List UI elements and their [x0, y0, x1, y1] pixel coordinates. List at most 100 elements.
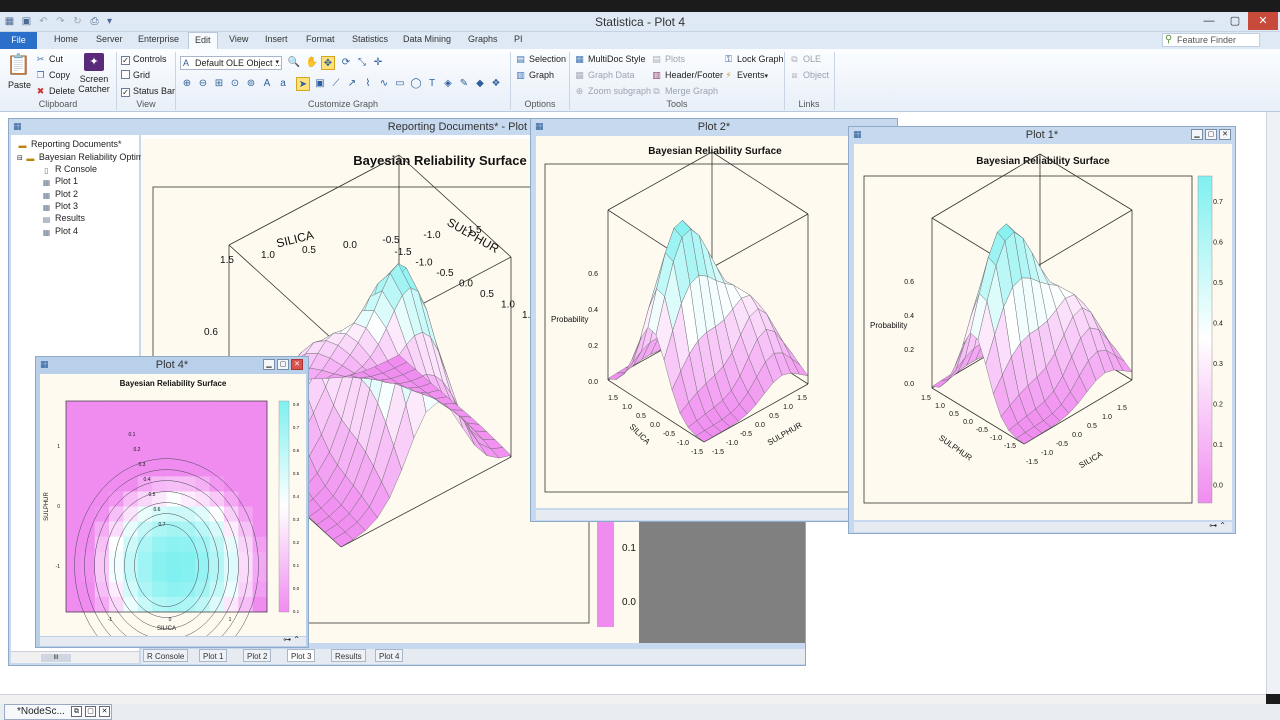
doc-tab-plot-2[interactable]: Plot 2 — [243, 649, 272, 662]
close-icon[interactable]: ✕ — [1219, 129, 1231, 140]
resize-grip-icon[interactable]: ⊶ ⌃ — [1209, 521, 1226, 530]
zoom-subgraph-button[interactable]: ⊕ Zoom subgraph — [574, 85, 651, 97]
draw-text-icon[interactable]: T — [425, 77, 439, 91]
tab-statistics[interactable]: Statistics — [352, 34, 388, 44]
select-region-icon[interactable]: ▣ — [313, 77, 327, 91]
graph-options-button[interactable]: ▥ Graph — [515, 69, 554, 81]
tree-item-plot-4[interactable]: ▦ Plot 4 — [41, 225, 78, 237]
ole-object-dropdown[interactable]: A Default OLE Object ... ▾ — [180, 56, 282, 70]
tab-insert[interactable]: Insert — [265, 34, 288, 44]
maximize-button[interactable]: ▢ — [1222, 12, 1248, 30]
tree-item-r-console[interactable]: ▯ R Console — [41, 163, 97, 175]
font-larger-icon[interactable]: A — [260, 77, 274, 91]
tab-home[interactable]: Home — [54, 34, 78, 44]
graph-data-button[interactable]: ▦ Graph Data — [574, 69, 634, 81]
close-button[interactable]: ✕ — [1248, 12, 1278, 30]
minimize-icon[interactable]: ▁ — [1191, 129, 1203, 140]
zoom-region-icon[interactable]: ⊞ — [212, 77, 226, 91]
tab-data-mining[interactable]: Data Mining — [403, 34, 451, 44]
tab-graphs[interactable]: Graphs — [468, 34, 498, 44]
group-icon[interactable]: ❖ — [489, 77, 503, 91]
doc-tab-plot-4[interactable]: Plot 4 — [375, 649, 404, 662]
tree-item-plot-1[interactable]: ▦ Plot 1 — [41, 175, 78, 187]
object-button[interactable]: ⧈ Object — [789, 69, 829, 81]
multidoc-style-button[interactable]: ▦ MultiDoc Style — [574, 53, 645, 65]
move-cross-icon[interactable]: ✛ — [371, 56, 385, 70]
draw-curve-icon[interactable]: ∿ — [377, 77, 391, 91]
maximize-icon[interactable]: ▢ — [85, 706, 96, 717]
tab-file[interactable]: File — [0, 32, 37, 49]
resize-grip-icon[interactable]: ⊶ ⌃ — [283, 635, 300, 644]
zoom-minus-icon[interactable]: ⊖ — [196, 77, 210, 91]
horizontal-scrollbar[interactable] — [0, 694, 1266, 704]
move-icon[interactable]: ✥ — [321, 56, 335, 70]
paste-button[interactable]: Paste — [8, 79, 31, 91]
copy-button[interactable]: ❐ Copy — [35, 69, 70, 81]
delete-button[interactable]: ✖ Delete — [35, 85, 75, 97]
zoom-fit-icon[interactable]: ⊙ — [228, 77, 242, 91]
zoom-plus-icon[interactable]: ⊕ — [180, 77, 194, 91]
plot4-window[interactable]: ▦ Plot 4* ▁ ▢ ✕ Bayesian Reliability Sur… — [35, 356, 309, 648]
resize-icon[interactable]: ⤡ — [355, 56, 369, 70]
draw-rect-icon[interactable]: ▭ — [393, 77, 407, 91]
close-icon[interactable]: ✕ — [291, 359, 303, 370]
screen-catcher-button[interactable]: Screen Catcher — [76, 74, 112, 94]
paste-icon[interactable]: 📋 — [6, 53, 31, 77]
ole-button[interactable]: ⧉ OLE — [789, 53, 821, 65]
doc-tab-results[interactable]: Results — [331, 649, 366, 662]
plot2-window[interactable]: ▦ Plot 2* Bayesian Reliability Surface 0… — [530, 118, 898, 522]
brush-icon[interactable]: ✎ — [457, 77, 471, 91]
zoom-in-icon[interactable]: 🔍 — [287, 56, 301, 70]
plot1-window[interactable]: ▦ Plot 1* ▁ ▢ ✕ Bayesian Reliability Sur… — [848, 126, 1236, 534]
tab-enterprise[interactable]: Enterprise — [138, 34, 179, 44]
draw-polyline-icon[interactable]: ⌇ — [361, 77, 375, 91]
draw-line-icon[interactable]: ⟋ — [329, 77, 343, 91]
header-footer-button[interactable]: ▥ Header/Footer — [651, 69, 723, 81]
doc-tab-r-console[interactable]: R Console — [143, 649, 189, 662]
rotate-icon[interactable]: ⟳ — [339, 56, 353, 70]
minimize-icon[interactable]: ▁ — [263, 359, 275, 370]
cut-button[interactable]: ✂ Cut — [35, 53, 63, 65]
grid-checkbox[interactable]: Grid — [121, 69, 150, 81]
events-button[interactable]: ⚡ Events▾ — [723, 69, 768, 83]
tree-item-results[interactable]: ▤ Results — [41, 212, 85, 224]
tab-pi[interactable]: PI — [514, 34, 523, 44]
status-bar-checkbox[interactable]: ✓ Status Bar — [121, 85, 175, 97]
screen-catcher-icon[interactable]: ✦ — [84, 53, 104, 71]
tree-item-plot-2[interactable]: ▦ Plot 2 — [41, 188, 78, 200]
plot4-canvas[interactable]: Bayesian Reliability Surface 0.1 0.2 0.3 0.… — [40, 374, 306, 636]
restore-icon[interactable]: ⧉ — [71, 706, 82, 717]
maximize-icon[interactable]: ▢ — [1205, 129, 1217, 140]
tab-format[interactable]: Format — [306, 34, 335, 44]
draw-arrow-icon[interactable]: ↗ — [345, 77, 359, 91]
draw-symbol-icon[interactable]: ◈ — [441, 77, 455, 91]
tree-hscrollbar[interactable]: III — [11, 651, 139, 663]
vertical-scrollbar[interactable] — [1266, 112, 1280, 694]
tree-root[interactable]: ▬ Reporting Documents* — [17, 138, 122, 150]
doc-tab-plot-1[interactable]: Plot 1 — [199, 649, 228, 662]
lock-graph-button[interactable]: ⚿ Lock Graph — [723, 53, 783, 65]
maximize-icon[interactable]: ▢ — [277, 359, 289, 370]
selection-button[interactable]: ▤ Selection — [515, 53, 566, 65]
shapes-icon[interactable]: ◆ — [473, 77, 487, 91]
pan-icon[interactable]: ✋ — [305, 56, 319, 70]
tab-edit[interactable]: Edit — [188, 32, 218, 49]
controls-checkbox[interactable]: ✓ Controls — [121, 53, 167, 65]
zoom-reset-icon[interactable]: ⊚ — [244, 77, 258, 91]
plot2-canvas[interactable]: Bayesian Reliability Surface 0.6 0.4 0.2 0.… — [536, 136, 894, 508]
tab-server[interactable]: Server — [96, 34, 123, 44]
doc-tab-plot-3[interactable]: Plot 3 — [287, 649, 316, 662]
scroll-thumb[interactable]: III — [41, 654, 71, 662]
close-icon[interactable]: ✕ — [99, 706, 110, 717]
feature-finder-input[interactable]: ⚲ Feature Finder — [1162, 33, 1260, 47]
font-smaller-icon[interactable]: a — [276, 77, 290, 91]
pointer-icon[interactable]: ➤ — [296, 77, 310, 91]
plot1-canvas[interactable]: Bayesian Reliability Surface 0.6 0.4 0.2 0.… — [854, 144, 1232, 520]
tab-view[interactable]: View — [229, 34, 248, 44]
minimized-window-nodescript[interactable]: *NodeSc... ⧉ ▢ ✕ — [4, 704, 112, 720]
plots-button[interactable]: ▤ Plots — [651, 53, 685, 65]
merge-graph-button[interactable]: ⧉ Merge Graph — [651, 85, 718, 97]
draw-ellipse-icon[interactable]: ◯ — [409, 77, 423, 91]
minimize-button[interactable]: — — [1196, 12, 1222, 30]
tree-item-plot-3[interactable]: ▦ Plot 3 — [41, 200, 78, 212]
